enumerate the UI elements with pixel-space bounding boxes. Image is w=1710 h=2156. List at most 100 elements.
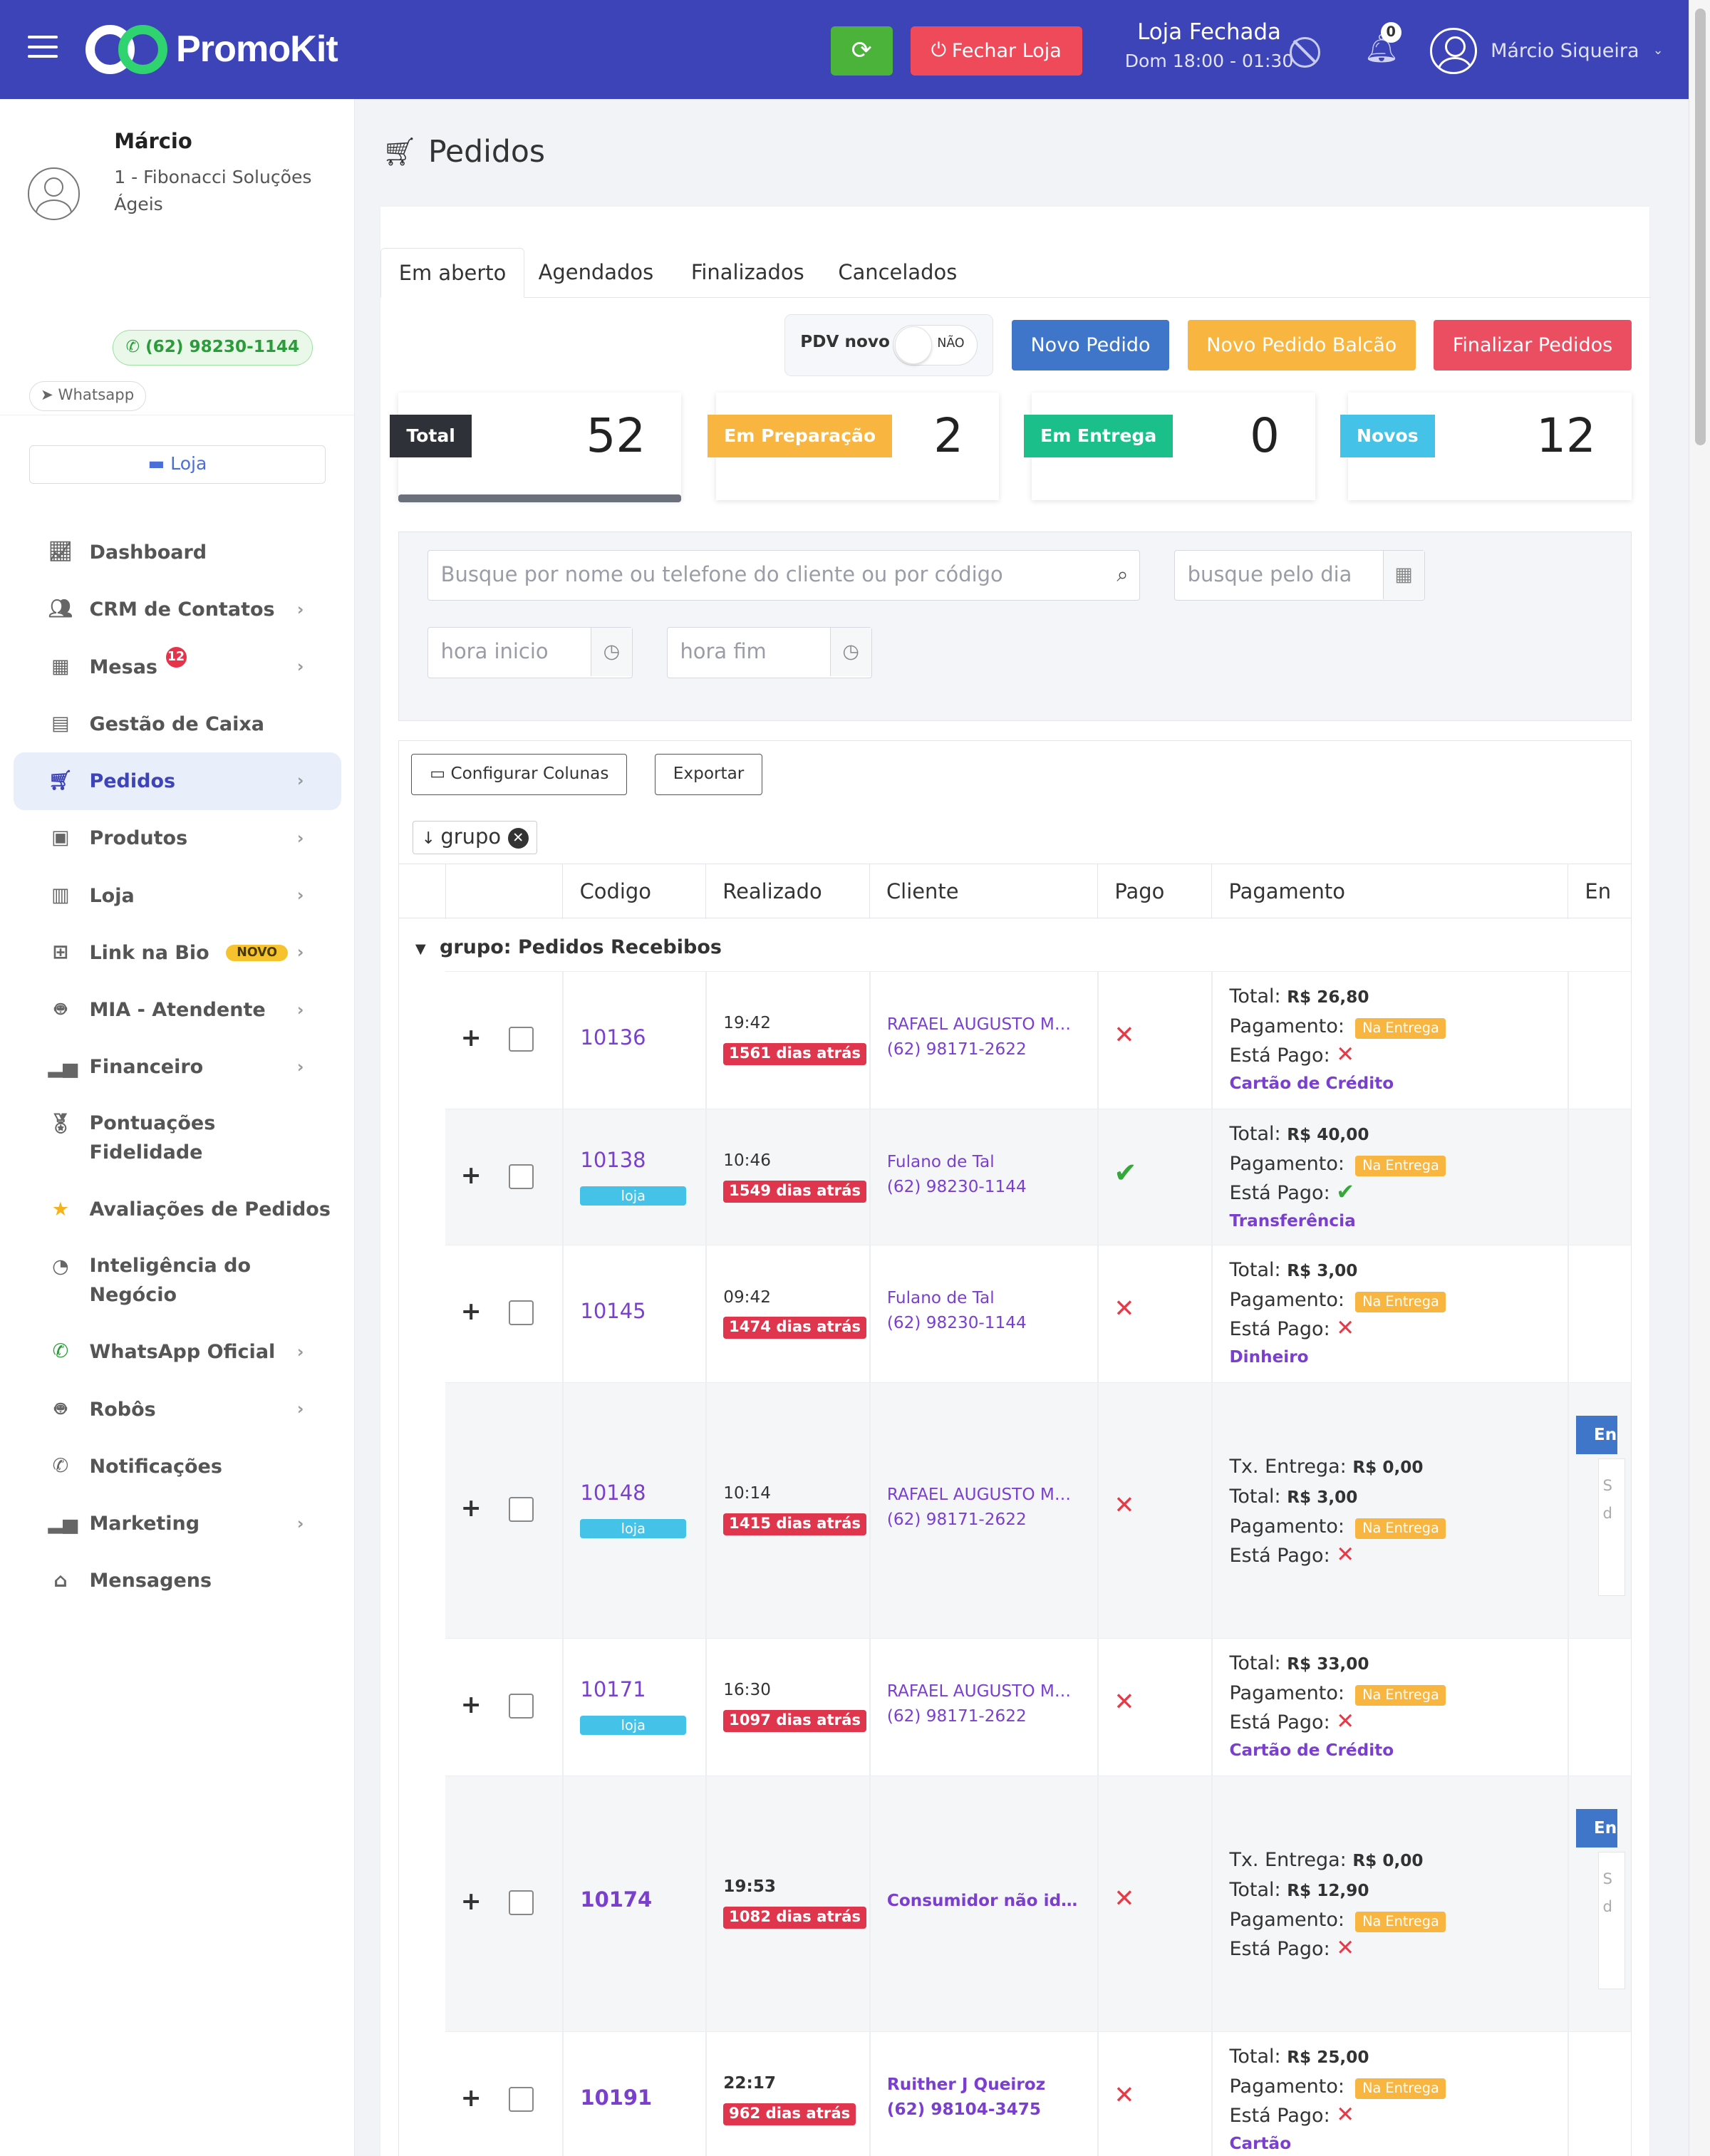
client-phone[interactable]: (62) 98171-2622 [887, 1510, 1079, 1529]
export-button[interactable]: Exportar [654, 753, 763, 795]
sidebar-item-link-bio[interactable]: ⊞ Link na Bio NOVO › [0, 924, 355, 981]
promokit-logo[interactable]: PromoKit [85, 22, 338, 77]
table-row[interactable]: + 10171 loja 16:30 1097 dias atrás RAFAE… [445, 1637, 1631, 1776]
row-checkbox[interactable] [509, 1496, 534, 1522]
order-code[interactable]: 10138 [580, 1148, 646, 1172]
expand-row-icon[interactable]: + [461, 1024, 482, 1052]
sidebar-item-avaliacoes[interactable]: ★ Avaliações de Pedidos [0, 1181, 355, 1238]
user-menu[interactable]: Márcio Siqueira ⌄ [1430, 27, 1663, 75]
client-phone[interactable]: (62) 98230-1144 [887, 1178, 1079, 1196]
row-checkbox[interactable] [509, 1693, 534, 1719]
table-row[interactable]: + 10174 19:53 1082 dias atrás Consumidor… [445, 1775, 1631, 2031]
order-code[interactable]: 10191 [580, 2085, 652, 2110]
stat-em-preparacao[interactable]: Em Preparação 2 [708, 393, 1000, 500]
client-phone[interactable]: (62) 98171-2622 [887, 1040, 1079, 1059]
sidebar-item-robos[interactable]: 🤖︎ Robôs › [0, 1381, 355, 1438]
sidebar-item-loja[interactable]: ▥ Loja › [0, 867, 355, 924]
sidebar-item-mensagens[interactable]: ⌂ Mensagens [0, 1553, 355, 1610]
row-checkbox[interactable] [509, 1026, 534, 1052]
header-cliente[interactable]: Cliente [869, 864, 1097, 920]
order-code[interactable]: 10171 [580, 1677, 646, 1701]
client-name[interactable]: RAFAEL AUGUSTO ME... [887, 1682, 1079, 1701]
client-phone[interactable]: (62) 98171-2622 [887, 1707, 1079, 1726]
row-checkbox[interactable] [509, 1163, 534, 1189]
page-scrollbar[interactable] [1689, 0, 1710, 2156]
new-counter-order-button[interactable]: Novo Pedido Balcão [1187, 319, 1416, 371]
close-store-button[interactable]: ⏻ Fechar Loja [910, 26, 1082, 76]
clock-icon[interactable]: ◷ [829, 628, 871, 676]
expand-row-icon[interactable]: + [461, 1161, 482, 1190]
table-row[interactable]: + 10148 loja 10:14 1415 dias atrás RAFAE… [445, 1382, 1631, 1638]
sidebar-item-fidelidade[interactable]: 🏅︎ Pontuações Fidelidade [0, 1096, 355, 1181]
client-phone[interactable]: (62) 98230-1144 [887, 1314, 1079, 1332]
client-name[interactable]: Ruither J Queiroz [887, 2075, 1079, 2094]
client-name[interactable]: RAFAEL AUGUSTO ME... [887, 1486, 1079, 1504]
order-code[interactable]: 10174 [580, 1887, 652, 1912]
refresh-button[interactable]: ⟳ [830, 26, 893, 76]
calendar-icon[interactable]: ▦ [1382, 551, 1424, 599]
sidebar-item-financeiro[interactable]: ▂▅ Financeiro › [0, 1039, 355, 1096]
table-row[interactable]: + 10145 09:42 1474 dias atrás Fulano de … [445, 1244, 1631, 1382]
row-checkbox[interactable] [509, 2086, 534, 2112]
group-chip[interactable]: ↓ grupo ✕ [413, 821, 538, 854]
search-input[interactable]: Busque por nome ou telefone do cliente o… [428, 550, 1140, 601]
client-name[interactable]: Consumidor não ide... [887, 1892, 1079, 1910]
header-pagamento[interactable]: Pagamento [1211, 864, 1568, 920]
delivery-button[interactable]: En [1575, 1415, 1617, 1455]
stat-total[interactable]: Total 52 [390, 393, 682, 503]
expand-row-icon[interactable]: + [461, 2084, 482, 2113]
sidebar-item-produtos[interactable]: ▣ Produtos › [0, 810, 355, 867]
clock-icon[interactable]: ◷ [590, 628, 632, 676]
sidebar-item-crm[interactable]: 👥︎ CRM de Contatos › [0, 581, 355, 638]
client-name[interactable]: Fulano de Tal [887, 1289, 1079, 1307]
sidebar-item-caixa[interactable]: ▤ Gestão de Caixa [0, 695, 355, 752]
client-phone[interactable]: (62) 98104-3475 [887, 2100, 1079, 2119]
tab-agendados[interactable]: Agendados [539, 248, 654, 297]
header-realizado[interactable]: Realizado [705, 864, 869, 920]
sidebar-item-mia[interactable]: 🤖︎ MIA - Atendente › [0, 982, 355, 1039]
header-entrega[interactable]: En [1568, 864, 1631, 920]
sidebar-item-whatsapp[interactable]: ✆ WhatsApp Oficial › [0, 1324, 355, 1381]
pdv-toggle[interactable]: NÃO [892, 324, 978, 366]
order-code[interactable]: 10148 [580, 1481, 646, 1505]
delivery-button[interactable]: En [1575, 1808, 1617, 1847]
row-checkbox[interactable] [509, 1300, 534, 1325]
new-order-button[interactable]: Novo Pedido [1011, 319, 1170, 371]
expand-row-icon[interactable]: + [461, 1297, 482, 1326]
tab-em-aberto[interactable]: Em aberto [380, 248, 525, 298]
expand-row-icon[interactable]: + [461, 1887, 482, 1916]
remove-group-icon[interactable]: ✕ [507, 828, 529, 849]
header-pago[interactable]: Pago [1097, 864, 1211, 920]
sidebar-item-pedidos[interactable]: 🛒︎ Pedidos › [14, 752, 341, 810]
whatsapp-button[interactable]: ➤ Whatsapp [28, 380, 146, 412]
table-row[interactable]: + 10191 22:17 962 dias atrás Ruither J Q… [445, 2031, 1631, 2156]
end-time-input[interactable]: hora fim ◷ [667, 627, 872, 678]
order-code[interactable]: 10136 [580, 1025, 646, 1050]
scrollbar-thumb[interactable] [1694, 8, 1706, 446]
row-checkbox[interactable] [509, 1890, 534, 1915]
stat-novos[interactable]: Novos 12 [1340, 393, 1632, 500]
profile-phone[interactable]: ✆ (62) 98230-1144 [113, 330, 313, 366]
day-input[interactable]: busque pelo dia ▦ [1174, 550, 1425, 601]
header-codigo[interactable]: Codigo [562, 864, 705, 920]
sidebar-item-marketing[interactable]: ▂▅ Marketing › [0, 1496, 355, 1553]
sidebar-item-mesas[interactable]: ▦ Mesas 12 › [0, 638, 355, 695]
tab-finalizados[interactable]: Finalizados [691, 248, 804, 297]
client-name[interactable]: RAFAEL AUGUSTO ME... [887, 1015, 1079, 1034]
stat-em-entrega[interactable]: Em Entrega 0 [1023, 393, 1316, 500]
sidebar-item-notificacoes[interactable]: ✆ Notificações [0, 1438, 355, 1495]
hamburger-menu-icon[interactable] [27, 36, 58, 61]
sidebar-item-dashboard[interactable]: 📈︎ Dashboard [0, 524, 355, 581]
table-row[interactable]: + 10138 loja 10:46 1549 dias atrás Fulan… [445, 1108, 1631, 1245]
configure-columns-button[interactable]: ▭ Configurar Colunas [411, 753, 628, 795]
expand-row-icon[interactable]: + [461, 1691, 482, 1719]
order-code[interactable]: 10145 [580, 1299, 646, 1323]
sidebar-item-inteligencia[interactable]: ◔ Inteligência do Negócio [0, 1238, 355, 1324]
client-name[interactable]: Fulano de Tal [887, 1153, 1079, 1171]
expand-row-icon[interactable]: + [461, 1494, 482, 1523]
finish-orders-button[interactable]: Finalizar Pedidos [1434, 319, 1632, 371]
start-time-input[interactable]: hora inicio ◷ [428, 627, 633, 678]
group-row[interactable]: ▼ grupo: Pedidos Recebibos [415, 936, 722, 958]
store-button[interactable]: ▬ Loja [28, 445, 326, 484]
table-row[interactable]: + 10136 19:42 1561 dias atrás RAFAEL AUG… [445, 970, 1631, 1109]
